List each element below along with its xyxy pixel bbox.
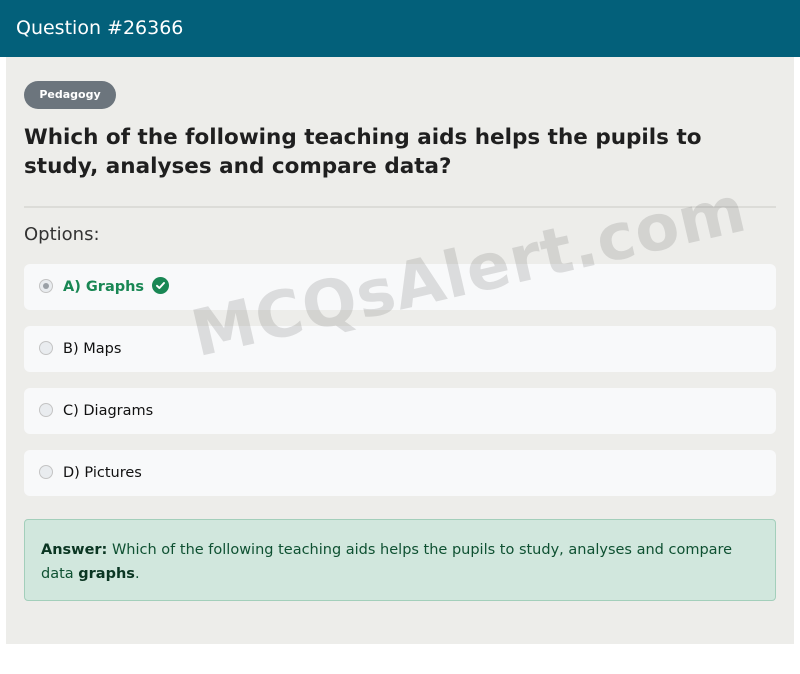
page-header: Question #26366	[0, 0, 800, 57]
option-label: B) Maps	[63, 341, 122, 357]
option-b[interactable]: B) Maps	[24, 326, 776, 372]
answer-prefix: Answer:	[41, 542, 108, 558]
radio-button-selected[interactable]	[39, 279, 53, 293]
check-circle-icon	[152, 277, 170, 294]
option-label: A) Graphs	[63, 264, 170, 310]
radio-button[interactable]	[39, 465, 53, 479]
question-text: Which of the following teaching aids hel…	[24, 125, 702, 179]
options-label: Options:	[24, 224, 100, 245]
option-a[interactable]: A) Graphs	[24, 264, 776, 310]
radio-button[interactable]	[39, 341, 53, 355]
answer-highlight: graphs	[78, 566, 135, 582]
option-c[interactable]: C) Diagrams	[24, 388, 776, 434]
answer-box: Answer: Which of the following teaching …	[24, 519, 776, 601]
option-d[interactable]: D) Pictures	[24, 450, 776, 496]
answer-text: Which of the following teaching aids hel…	[41, 542, 733, 582]
answer-suffix: .	[134, 566, 140, 582]
category-badge[interactable]: Pedagogy	[24, 81, 116, 109]
radio-button[interactable]	[39, 403, 53, 417]
question-card: Pedagogy Which of the following teaching…	[6, 57, 794, 644]
option-label: C) Diagrams	[63, 403, 154, 419]
option-label: D) Pictures	[63, 465, 142, 481]
question-number: Question #26366	[16, 17, 184, 39]
divider	[24, 206, 776, 208]
